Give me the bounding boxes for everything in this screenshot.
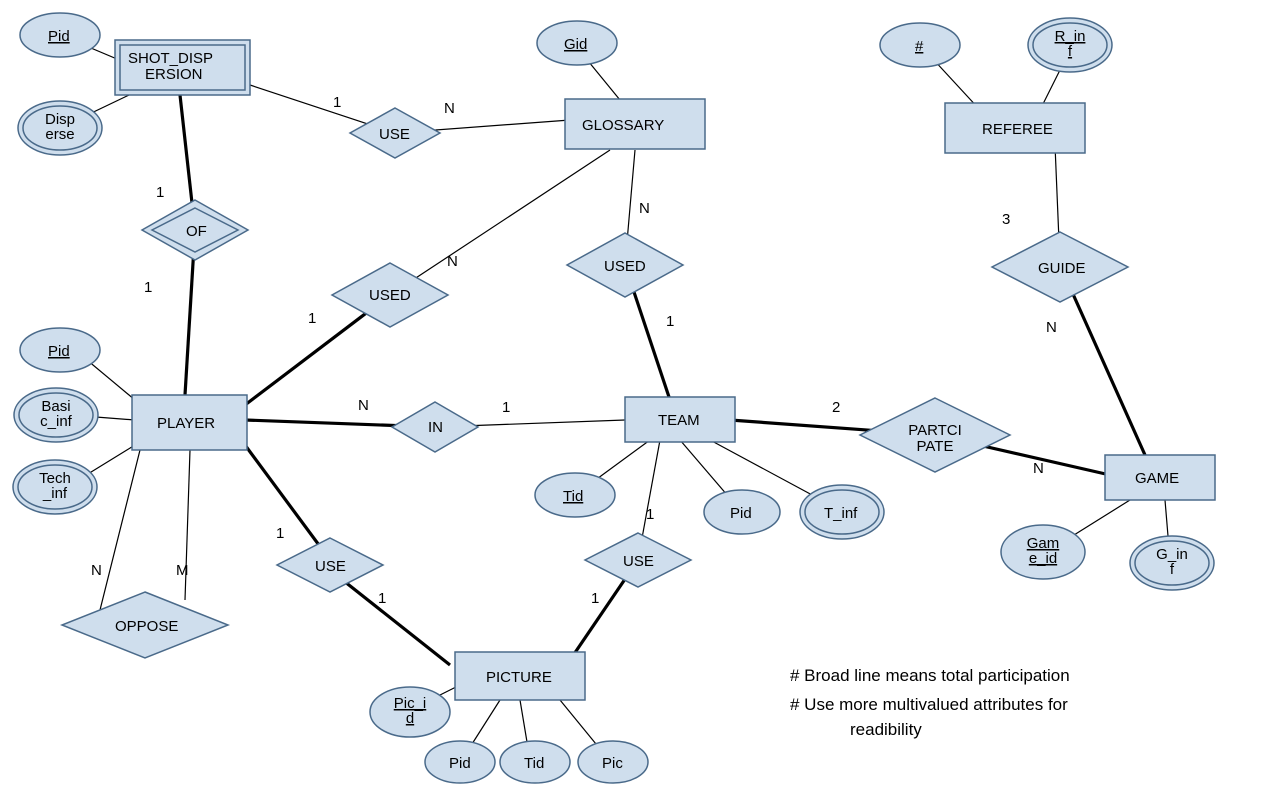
entity-label: GLOSSARY (582, 117, 664, 134)
attr-game-ginf: G_inf (1130, 536, 1214, 590)
entity-game: GAME (1105, 455, 1215, 500)
attr-label: Tid (563, 488, 583, 505)
card-pic-use2: 1 (378, 590, 386, 607)
attr-label: Pid (48, 343, 70, 360)
entity-label: REFEREE (982, 121, 1053, 138)
entity-label: PICTURE (486, 669, 552, 686)
note-2: # Use more multivalued attributes for (790, 695, 1068, 714)
rel-label: USE (315, 558, 346, 575)
attr-label: Basic_inf (40, 398, 73, 430)
attr-team-pid: Pid (704, 490, 780, 534)
entity-glossary: GLOSSARY (565, 99, 705, 149)
rel-in: IN (392, 402, 478, 452)
attr-label: T_inf (824, 505, 858, 522)
entity-referee: REFEREE (945, 103, 1085, 153)
entity-team: TEAM (625, 397, 735, 442)
rel-label: IN (428, 419, 443, 436)
attr-label: Disperse (45, 111, 75, 143)
attr-sd-disperse: Disperse (18, 101, 102, 155)
attr-ref-rinf: R_inf (1028, 18, 1112, 72)
card-oppose-n: N (91, 562, 102, 579)
rel-label: OPPOSE (115, 618, 178, 635)
card-sd-of: 1 (156, 184, 164, 201)
card-oppose-m: M (176, 562, 189, 579)
attr-team-tinf: T_inf (800, 485, 884, 539)
attr-label: Pic (602, 755, 623, 772)
entity-label: TEAM (658, 412, 700, 429)
rel-label: OF (186, 223, 207, 240)
card-game-part: N (1033, 460, 1044, 477)
attr-pic-id: Pic_id (370, 687, 450, 737)
attr-team-tid: Tid (535, 473, 615, 517)
note-3: readibility (850, 720, 922, 739)
card-player-used1: 1 (308, 310, 316, 327)
entity-shot-dispersion: SHOT_DISPERSION (115, 40, 250, 95)
attr-pic-tid: Tid (500, 741, 570, 783)
entity-player: PLAYER (132, 395, 247, 450)
attr-glossary-gid: Gid (537, 21, 617, 65)
card-glossary-use: N (444, 100, 455, 117)
attr-player-basicinf: Basic_inf (14, 388, 98, 442)
attr-label: Gid (564, 36, 587, 53)
rel-label: USE (623, 553, 654, 570)
attr-ref-num: # (880, 23, 960, 67)
rel-use-team-picture: USE (585, 533, 691, 587)
attr-label: # (915, 38, 924, 55)
rel-label: USE (379, 126, 410, 143)
rel-participate: PARTCIPATE (860, 398, 1010, 472)
attr-game-id: Game_id (1001, 525, 1085, 579)
attr-label: Pid (48, 28, 70, 45)
attr-label: Pid (730, 505, 752, 522)
entity-label: PLAYER (157, 415, 215, 432)
rel-label: USED (369, 287, 411, 304)
card-player-in: N (358, 397, 369, 414)
card-glossary-used2: N (639, 200, 650, 217)
er-diagram: SHOT_DISPERSION GLOSSARY REFEREE PLAYER … (0, 0, 1268, 793)
attr-label: Tech_inf (39, 470, 71, 502)
attr-label: Game_id (1027, 535, 1060, 567)
card-team-part: 2 (832, 399, 840, 416)
rel-used-glossary-team: USED (567, 233, 683, 297)
rel-guide: GUIDE (992, 232, 1128, 302)
attr-label: Pid (449, 755, 471, 772)
card-team-use3: 1 (646, 506, 654, 523)
card-team-used2: 1 (666, 313, 674, 330)
attr-pic-pid: Pid (425, 741, 495, 783)
entity-picture: PICTURE (455, 652, 585, 700)
note-1: # Broad line means total participation (790, 666, 1070, 685)
attr-sd-pid: Pid (20, 13, 100, 57)
rel-label: GUIDE (1038, 260, 1086, 277)
card-team-in: 1 (502, 399, 510, 416)
entity-label: GAME (1135, 470, 1179, 487)
rel-label: USED (604, 258, 646, 275)
attr-player-pid: Pid (20, 328, 100, 372)
attr-label: Tid (524, 755, 544, 772)
attr-player-techinf: Tech_inf (13, 460, 97, 514)
rel-oppose: OPPOSE (62, 592, 228, 658)
attr-pic-pic: Pic (578, 741, 648, 783)
rel-use-player-picture: USE (277, 538, 383, 592)
card-sd-use: 1 (333, 94, 341, 111)
card-game-guide: N (1046, 319, 1057, 336)
card-player-of: 1 (144, 279, 152, 296)
rel-used-player-glossary: USED (332, 263, 448, 327)
card-glossary-used1: N (447, 253, 458, 270)
card-player-use2: 1 (276, 525, 284, 542)
rel-use-sd-glossary: USE (350, 108, 440, 158)
rel-of: OF (142, 200, 248, 260)
card-pic-use3: 1 (591, 590, 599, 607)
card-ref-guide: 3 (1002, 211, 1010, 228)
